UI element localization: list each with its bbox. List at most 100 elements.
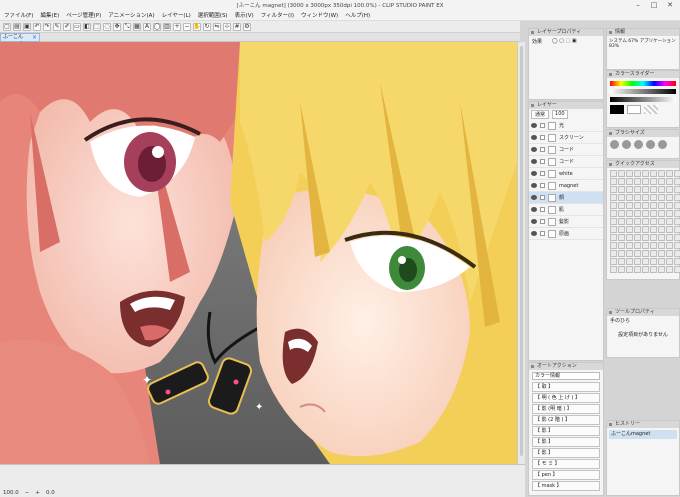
tool-icon[interactable] xyxy=(634,234,641,241)
tool-icon[interactable] xyxy=(674,210,680,217)
brush-size-dot[interactable] xyxy=(646,140,655,149)
main-color-swatch[interactable] xyxy=(610,105,624,114)
tool-icon[interactable] xyxy=(626,226,633,233)
tool-icon[interactable] xyxy=(618,210,625,217)
auto-action-item[interactable]: 【 影 】 xyxy=(532,448,600,458)
zoom-value[interactable]: 100.0 xyxy=(3,490,19,496)
tool-icon[interactable] xyxy=(658,258,665,265)
tool-icon[interactable] xyxy=(674,202,680,209)
tool-icon[interactable] xyxy=(634,170,641,177)
menu-edit[interactable]: 編集(E) xyxy=(40,11,59,19)
tool-icon[interactable] xyxy=(618,186,625,193)
blend-mode-select[interactable]: 通常 xyxy=(531,110,550,119)
layer-row[interactable]: magnet xyxy=(529,180,603,192)
transparent-swatch[interactable] xyxy=(644,105,658,114)
tool-icon[interactable] xyxy=(642,170,649,177)
tool-icon[interactable] xyxy=(634,226,641,233)
tool-icon[interactable] xyxy=(618,170,625,177)
tool-icon[interactable] xyxy=(626,170,633,177)
tool-icon[interactable] xyxy=(674,258,680,265)
layer-row[interactable]: コード xyxy=(529,156,603,168)
tool-icon[interactable] xyxy=(674,250,680,257)
tool-icon[interactable] xyxy=(658,234,665,241)
angle-value[interactable]: 0.0 xyxy=(46,490,55,496)
minimize-button[interactable]: – xyxy=(632,0,644,10)
auto-action-item[interactable]: 【 mask 】 xyxy=(532,481,600,491)
zoom-in-button[interactable]: + xyxy=(35,490,40,496)
open-icon[interactable]: ▤ xyxy=(13,22,21,31)
tool-icon[interactable] xyxy=(634,178,641,185)
auto-action-item[interactable]: 【 影 】 xyxy=(532,437,600,447)
tool-icon[interactable] xyxy=(674,178,680,185)
settings-icon[interactable]: ⚙ xyxy=(243,22,251,31)
tool-icon[interactable] xyxy=(634,186,641,193)
tool-icon[interactable] xyxy=(642,210,649,217)
tool-icon[interactable] xyxy=(626,250,633,257)
tool-icon[interactable] xyxy=(610,202,617,209)
auto-action-item[interactable]: 【 影 (2 階 ) 】 xyxy=(532,415,600,425)
frame-icon[interactable]: ▥ xyxy=(163,22,171,31)
auto-action-item[interactable]: 【 影 (明 暗 ) 】 xyxy=(532,404,600,414)
tool-icon[interactable] xyxy=(610,218,617,225)
brush-size-dot[interactable] xyxy=(610,140,619,149)
maximize-button[interactable]: □ xyxy=(648,0,660,10)
tool-icon[interactable] xyxy=(666,218,673,225)
eraser-icon[interactable]: ▭ xyxy=(73,22,81,31)
menu-help[interactable]: ヘルプ(H) xyxy=(345,11,370,19)
value-slider[interactable] xyxy=(610,97,676,102)
eye-icon[interactable] xyxy=(531,147,537,152)
menu-view[interactable]: 表示(V) xyxy=(235,11,254,19)
tool-icon[interactable] xyxy=(634,218,641,225)
tool-icon[interactable] xyxy=(658,266,665,273)
tool-icon[interactable] xyxy=(642,194,649,201)
lock-checkbox[interactable] xyxy=(540,135,545,140)
tool-icon[interactable] xyxy=(650,250,657,257)
tool-icon[interactable] xyxy=(634,210,641,217)
tool-icon[interactable] xyxy=(618,202,625,209)
layer-row[interactable]: 肌 xyxy=(529,204,603,216)
menu-page[interactable]: ページ管理(P) xyxy=(66,11,101,19)
tool-icon[interactable] xyxy=(674,266,680,273)
layer-row[interactable]: 髪影 xyxy=(529,216,603,228)
redo-icon[interactable]: ↷ xyxy=(43,22,51,31)
tool-icon[interactable] xyxy=(642,250,649,257)
layer-row[interactable]: コード xyxy=(529,144,603,156)
tool-icon[interactable] xyxy=(618,266,625,273)
tool-icon[interactable] xyxy=(626,194,633,201)
tool-icon[interactable] xyxy=(618,178,625,185)
lasso-icon[interactable]: ◌ xyxy=(103,22,111,31)
layer-row[interactable]: 光 xyxy=(529,120,603,132)
tool-icon[interactable] xyxy=(618,218,625,225)
zoom-in-icon[interactable]: + xyxy=(173,22,181,31)
auto-action-set-select[interactable]: カラー情報 xyxy=(532,372,600,380)
tool-icon[interactable] xyxy=(642,202,649,209)
tool-icon[interactable] xyxy=(634,194,641,201)
tool-icon[interactable] xyxy=(610,226,617,233)
eye-icon[interactable] xyxy=(531,207,537,212)
lock-checkbox[interactable] xyxy=(540,183,545,188)
tool-icon[interactable] xyxy=(618,234,625,241)
tool-icon[interactable] xyxy=(642,234,649,241)
transform-icon[interactable]: ⤡ xyxy=(123,22,131,31)
tool-icon[interactable] xyxy=(610,242,617,249)
layer-row[interactable]: スクリーン xyxy=(529,132,603,144)
auto-action-item[interactable]: 【 影 】 xyxy=(532,426,600,436)
tool-icon[interactable] xyxy=(666,194,673,201)
brush-size-dot[interactable] xyxy=(634,140,643,149)
tool-icon[interactable] xyxy=(650,234,657,241)
menu-file[interactable]: ファイル(F) xyxy=(4,11,33,19)
tool-icon[interactable] xyxy=(610,266,617,273)
tool-icon[interactable] xyxy=(674,194,680,201)
tool-icon[interactable] xyxy=(666,226,673,233)
eye-icon[interactable] xyxy=(531,171,537,176)
tool-icon[interactable] xyxy=(634,258,641,265)
tool-icon[interactable] xyxy=(650,186,657,193)
grid-icon[interactable]: # xyxy=(233,22,241,31)
save-icon[interactable]: ▣ xyxy=(23,22,31,31)
zoom-out-icon[interactable]: − xyxy=(183,22,191,31)
tool-icon[interactable] xyxy=(642,186,649,193)
ruler-icon[interactable]: ▦ xyxy=(133,22,141,31)
tool-icon[interactable] xyxy=(666,170,673,177)
tool-icon[interactable] xyxy=(666,202,673,209)
tool-icon[interactable] xyxy=(610,210,617,217)
